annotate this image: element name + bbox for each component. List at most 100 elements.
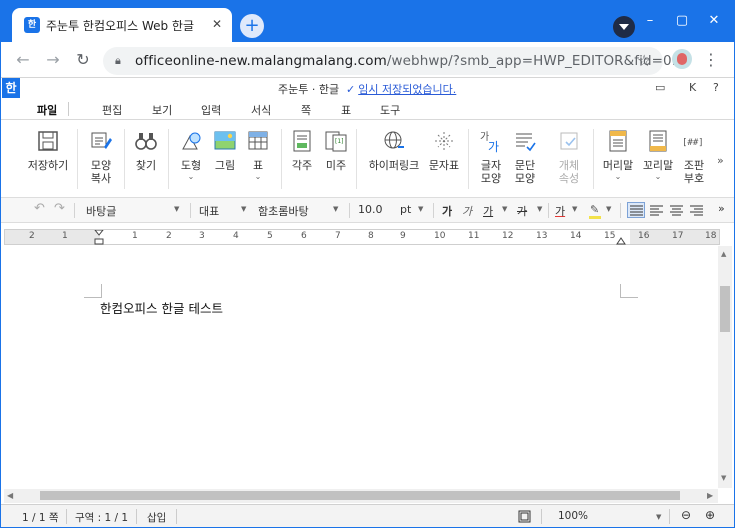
footnote-button[interactable]: 각주: [287, 129, 317, 172]
menu-tools[interactable]: 도구: [380, 102, 400, 118]
account-k-button[interactable]: K: [689, 81, 696, 94]
format-more-icon[interactable]: »: [718, 202, 725, 215]
extension-icon[interactable]: [672, 49, 692, 69]
insert-mode-indicator[interactable]: 삽입: [147, 510, 166, 525]
address-bar[interactable]: 🔒︎ officeonline-new.malangmalang.com/web…: [103, 47, 685, 75]
redo-icon[interactable]: ↷: [54, 201, 65, 216]
right-margin-marker-icon[interactable]: [616, 236, 626, 245]
chevron-down-icon: ⌄: [654, 172, 662, 181]
tab-close-icon[interactable]: ✕: [208, 15, 226, 33]
save-button[interactable]: 저장하기: [27, 129, 69, 172]
align-left-icon[interactable]: [650, 205, 663, 216]
font-select[interactable]: 함초롬바탕: [258, 203, 309, 219]
page-view-icon[interactable]: [518, 510, 531, 523]
indent-marker-icon[interactable]: [94, 230, 104, 246]
shape-button[interactable]: 도형 ⌄: [175, 129, 207, 181]
font-lang-select[interactable]: 대표: [199, 203, 219, 219]
document-canvas[interactable]: 한컴오피스 한글 테스트: [4, 246, 718, 488]
ribbon-more-icon[interactable]: »: [717, 154, 724, 167]
menu-format[interactable]: 서식: [251, 102, 271, 118]
minimize-button[interactable]: –: [635, 13, 665, 28]
ruler-tick: 14: [570, 231, 582, 241]
menu-insert[interactable]: 입력: [201, 102, 221, 118]
url-text: officeonline-new.malangmalang.com/webhwp…: [135, 53, 685, 69]
chevron-down-icon[interactable]: ▼: [241, 205, 246, 213]
horizontal-scroll-thumb[interactable]: [40, 491, 680, 500]
char-shape-button[interactable]: 가가 글자 모양: [475, 129, 507, 185]
hyperlink-button[interactable]: 하이퍼링크: [367, 129, 421, 172]
new-tab-button[interactable]: +: [240, 14, 264, 38]
save-icon: [36, 129, 60, 153]
close-window-button[interactable]: ✕: [699, 13, 729, 28]
bold-button[interactable]: 가: [442, 203, 452, 219]
endnote-button[interactable]: [1] 미주: [321, 129, 351, 172]
menu-view[interactable]: 보기: [152, 102, 172, 118]
layout-marks-button[interactable]: [##] 조판 부호: [680, 129, 708, 185]
font-color-button[interactable]: 가: [555, 203, 565, 219]
ruler-tick: 4: [233, 231, 239, 241]
ruler-tick: 9: [400, 231, 406, 241]
undo-icon[interactable]: ↶: [34, 201, 45, 216]
browser-tabstrip: 한 주눈투 한컴오피스 Web 한글 ✕ + – ▢ ✕: [0, 0, 735, 42]
ruler[interactable]: 2 1 1 2 3 4 5 6 7 8 9 10 11 12 13 14 15 …: [4, 229, 720, 245]
chevron-down-icon[interactable]: ▼: [333, 205, 338, 213]
svg-text:[##]: [##]: [682, 138, 704, 148]
footer-button[interactable]: 꼬리말 ⌄: [640, 129, 676, 181]
chevron-down-icon[interactable]: ▼: [606, 205, 611, 213]
footnote-icon: [290, 129, 314, 153]
forward-icon[interactable]: →: [42, 49, 64, 71]
object-props-icon: [557, 129, 581, 153]
lock-icon: 🔒︎: [115, 54, 121, 67]
strike-button[interactable]: 가: [517, 203, 527, 219]
help-button[interactable]: ?: [713, 81, 719, 94]
style-select[interactable]: 바탕글: [86, 203, 116, 219]
italic-button[interactable]: 가: [462, 203, 472, 219]
picture-button[interactable]: 그림: [209, 129, 241, 172]
browser-menu-icon[interactable]: ⋮: [703, 50, 719, 69]
chevron-down-icon[interactable]: ▼: [537, 205, 542, 213]
vertical-scrollbar[interactable]: ▲ ▼: [718, 246, 732, 488]
menu-table[interactable]: 표: [341, 102, 351, 118]
chevron-down-icon[interactable]: ▼: [572, 205, 577, 213]
scroll-right-icon[interactable]: ▶: [707, 491, 713, 500]
notice-icon[interactable]: ▭: [655, 81, 665, 94]
chevron-down-icon[interactable]: ▼: [174, 205, 179, 213]
table-button[interactable]: 표 ⌄: [243, 129, 273, 181]
horizontal-scrollbar[interactable]: ◀ ▶: [4, 489, 718, 503]
save-status[interactable]: ✓ 임시 저장되었습니다.: [346, 81, 456, 97]
zoom-in-icon[interactable]: ⊕: [705, 508, 715, 522]
vertical-scroll-thumb[interactable]: [720, 286, 730, 332]
scroll-left-icon[interactable]: ◀: [7, 491, 13, 500]
object-props-button[interactable]: 개체 속성: [553, 129, 585, 185]
find-button[interactable]: 찾기: [130, 129, 162, 172]
chevron-down-icon[interactable]: ▼: [656, 513, 661, 521]
menu-file[interactable]: 파일: [37, 102, 57, 118]
back-icon[interactable]: ←: [12, 49, 34, 71]
format-painter-icon: [89, 129, 113, 153]
chevron-down-icon[interactable]: ▼: [418, 205, 423, 213]
header-button[interactable]: 머리말 ⌄: [600, 129, 636, 181]
font-size-input[interactable]: 10.0: [358, 203, 383, 216]
maximize-button[interactable]: ▢: [667, 13, 697, 28]
profile-menu-icon[interactable]: [613, 16, 635, 38]
scroll-up-icon[interactable]: ▲: [721, 250, 726, 258]
format-painter-button[interactable]: 모양 복사: [84, 129, 118, 185]
document-body-text[interactable]: 한컴오피스 한글 테스트: [100, 298, 223, 317]
para-shape-button[interactable]: 문단 모양: [509, 129, 541, 185]
font-unit-select[interactable]: pt: [400, 203, 411, 216]
browser-tab[interactable]: 한 주눈투 한컴오피스 Web 한글 ✕: [12, 8, 232, 42]
zoom-level[interactable]: 100%: [558, 510, 588, 522]
highlight-icon[interactable]: ✎: [590, 203, 599, 216]
scroll-down-icon[interactable]: ▼: [721, 474, 726, 482]
symbol-button[interactable]: 문자표: [427, 129, 461, 172]
menu-page[interactable]: 쪽: [301, 102, 311, 118]
underline-button[interactable]: 가: [483, 203, 493, 219]
align-right-icon[interactable]: [690, 205, 703, 216]
menu-edit[interactable]: 편집: [102, 102, 122, 118]
chevron-down-icon[interactable]: ▼: [502, 205, 507, 213]
svg-text:[1]: [1]: [335, 138, 344, 145]
bookmark-star-icon[interactable]: ☆: [637, 51, 651, 70]
align-center-icon[interactable]: [670, 205, 683, 216]
zoom-out-icon[interactable]: ⊖: [681, 508, 691, 522]
reload-icon[interactable]: ↻: [72, 49, 94, 71]
